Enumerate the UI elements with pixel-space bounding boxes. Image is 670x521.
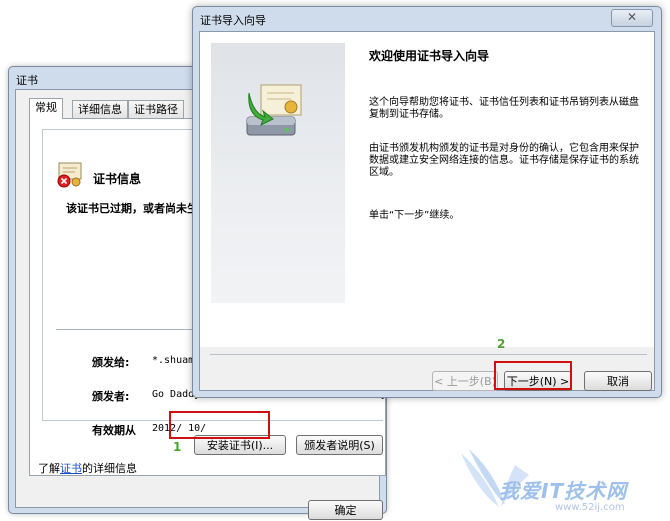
wizard-paragraph-3: 单击“下一步”继续。: [369, 210, 460, 221]
import-wizard-window: 证书导入向导 ✕ 欢迎使用证书导入向导 这个向导帮助您将证书、证书信任列表和证书…: [192, 6, 662, 398]
tab-certification-path[interactable]: 证书路径: [128, 100, 184, 119]
divider: [210, 354, 647, 355]
wizard-paragraph-2: 由证书颁发机构颁发的证书是对身份的确认，它包含用来保护数据或建立安全网络连接的信…: [369, 143, 639, 178]
wizard-title: 证书导入向导: [200, 14, 266, 27]
cancel-button[interactable]: 取消: [584, 371, 652, 391]
issued-to-label: 颁发给:: [92, 356, 130, 369]
step-number-1: 1: [173, 440, 182, 454]
back-button[interactable]: < 上一步(B): [432, 371, 498, 391]
step-number-2: 2: [497, 337, 506, 351]
close-icon[interactable]: ✕: [611, 9, 653, 27]
learn-more-suffix: 的详细信息: [82, 462, 137, 475]
wizard-body: 欢迎使用证书导入向导 这个向导帮助您将证书、证书信任列表和证书吊销列表从磁盘复制…: [199, 31, 655, 391]
learn-more-text: 了解证书的详细信息: [38, 460, 137, 476]
site-watermark: 我爱IT技术网 www.52ij.com: [455, 445, 665, 517]
certificate-window-title: 证书: [16, 74, 38, 87]
wizard-content: 欢迎使用证书导入向导 这个向导帮助您将证书、证书信任列表和证书吊销列表从磁盘复制…: [200, 32, 654, 347]
certificate-import-icon: [246, 84, 302, 136]
install-button-highlight: [169, 411, 270, 439]
wizard-heading: 欢迎使用证书导入向导: [369, 49, 490, 63]
wizard-paragraph-1: 这个向导帮助您将证书、证书信任列表和证书吊销列表从磁盘复制到证书存储。: [369, 97, 639, 120]
certificate-error-icon: [57, 162, 82, 188]
learn-more-prefix: 了解: [38, 462, 60, 475]
tab-general[interactable]: 常规: [29, 98, 63, 119]
wizard-side-panel: [211, 43, 345, 303]
next-button-highlight: [494, 361, 572, 390]
certificate-info-title: 证书信息: [93, 172, 142, 186]
watermark-url: www.52ij.com: [555, 502, 625, 513]
issued-by-label: 颁发者:: [92, 390, 130, 403]
issuer-statement-button[interactable]: 颁发者说明(S): [296, 435, 383, 455]
watermark-text: 我爱IT技术网: [499, 479, 628, 503]
certificate-link[interactable]: 证书: [60, 462, 82, 475]
ok-button[interactable]: 确定: [308, 500, 383, 520]
valid-from-label: 有效期从: [92, 424, 136, 437]
tab-details[interactable]: 详细信息: [72, 100, 128, 119]
